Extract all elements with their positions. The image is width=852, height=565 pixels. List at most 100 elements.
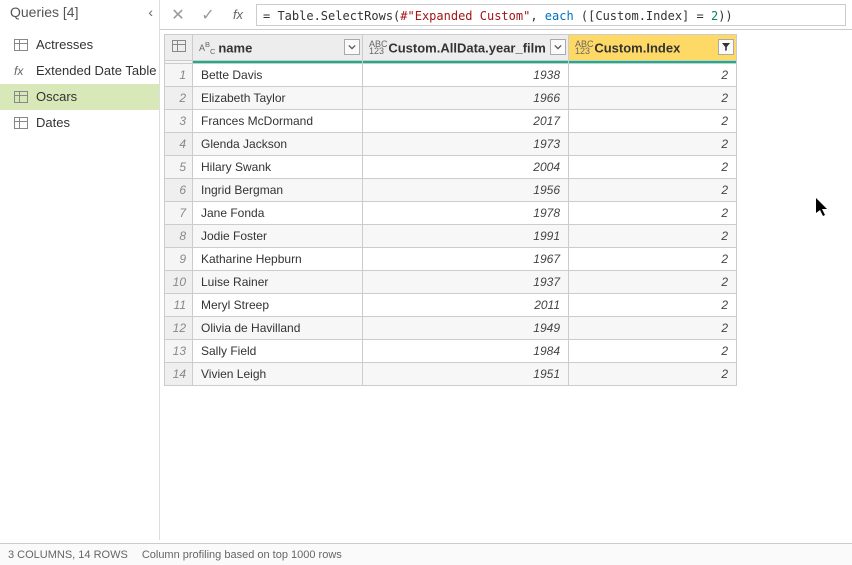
type-any-icon: ABC123	[369, 41, 385, 55]
queries-header-label: Queries [4]	[10, 4, 78, 20]
status-cols-rows: 3 COLUMNS, 14 ROWS	[8, 549, 128, 561]
cell-index[interactable]: 2	[569, 202, 737, 225]
cell-name[interactable]: Elizabeth Taylor	[193, 87, 363, 110]
cell-name[interactable]: Frances McDormand	[193, 110, 363, 133]
status-profiling: Column profiling based on top 1000 rows	[142, 549, 342, 561]
chevron-down-icon[interactable]	[550, 39, 566, 55]
cell-year[interactable]: 1973	[363, 133, 569, 156]
row-number[interactable]: 8	[165, 225, 193, 248]
query-label: Dates	[36, 110, 70, 136]
column-header-name[interactable]: ABC name	[193, 35, 363, 61]
collapse-icon[interactable]: ‹	[148, 0, 153, 24]
table-row[interactable]: 6Ingrid Bergman19562	[165, 179, 737, 202]
cell-year[interactable]: 1966	[363, 87, 569, 110]
cell-year[interactable]: 1984	[363, 340, 569, 363]
row-number[interactable]: 6	[165, 179, 193, 202]
cell-year[interactable]: 1949	[363, 317, 569, 340]
cancel-icon[interactable]: ✕	[166, 3, 190, 27]
table-row[interactable]: 12Olivia de Havilland19492	[165, 317, 737, 340]
cell-index[interactable]: 2	[569, 225, 737, 248]
row-number[interactable]: 5	[165, 156, 193, 179]
table-row[interactable]: 10Luise Rainer19372	[165, 271, 737, 294]
cell-year[interactable]: 1978	[363, 202, 569, 225]
cell-year[interactable]: 1967	[363, 248, 569, 271]
fx-icon[interactable]: fx	[226, 3, 250, 27]
cell-name[interactable]: Olivia de Havilland	[193, 317, 363, 340]
cell-name[interactable]: Meryl Streep	[193, 294, 363, 317]
column-name: Custom.Index	[594, 40, 680, 55]
cell-index[interactable]: 2	[569, 340, 737, 363]
cell-index[interactable]: 2	[569, 156, 737, 179]
table-row[interactable]: 1Bette Davis19382	[165, 64, 737, 87]
table-container: ABC nameABC123 Custom.AllData.year_filmA…	[160, 30, 852, 540]
cell-name[interactable]: Glenda Jackson	[193, 133, 363, 156]
table-row[interactable]: 2Elizabeth Taylor19662	[165, 87, 737, 110]
table-icon	[172, 40, 186, 52]
cell-year[interactable]: 1937	[363, 271, 569, 294]
cell-index[interactable]: 2	[569, 317, 737, 340]
row-number[interactable]: 10	[165, 271, 193, 294]
fx-icon: fx	[14, 58, 28, 84]
cell-index[interactable]: 2	[569, 294, 737, 317]
column-header-custom-alldata-year-film[interactable]: ABC123 Custom.AllData.year_film	[363, 35, 569, 61]
table-row[interactable]: 3Frances McDormand20172	[165, 110, 737, 133]
row-number[interactable]: 2	[165, 87, 193, 110]
row-number[interactable]: 13	[165, 340, 193, 363]
table-row[interactable]: 7Jane Fonda19782	[165, 202, 737, 225]
row-number[interactable]: 1	[165, 64, 193, 87]
query-label: Actresses	[36, 32, 93, 58]
column-name: Custom.AllData.year_film	[388, 40, 546, 55]
row-number[interactable]: 14	[165, 363, 193, 386]
cell-index[interactable]: 2	[569, 133, 737, 156]
cell-name[interactable]: Jodie Foster	[193, 225, 363, 248]
row-number[interactable]: 12	[165, 317, 193, 340]
table-row[interactable]: 11Meryl Streep20112	[165, 294, 737, 317]
query-item-extended-date-table[interactable]: fx Extended Date Table	[0, 58, 159, 84]
table-row[interactable]: 13Sally Field19842	[165, 340, 737, 363]
row-number[interactable]: 4	[165, 133, 193, 156]
query-item-oscars[interactable]: Oscars	[0, 84, 159, 110]
chevron-down-icon[interactable]	[344, 39, 360, 55]
table-row[interactable]: 14Vivien Leigh19512	[165, 363, 737, 386]
cell-index[interactable]: 2	[569, 110, 737, 133]
formula-input[interactable]: = Table.SelectRows(#"Expanded Custom", e…	[256, 4, 846, 26]
cell-index[interactable]: 2	[569, 179, 737, 202]
cell-name[interactable]: Hilary Swank	[193, 156, 363, 179]
table-row[interactable]: 9Katharine Hepburn19672	[165, 248, 737, 271]
row-number[interactable]: 7	[165, 202, 193, 225]
row-number[interactable]: 3	[165, 110, 193, 133]
cell-name[interactable]: Katharine Hepburn	[193, 248, 363, 271]
query-item-dates[interactable]: Dates	[0, 110, 159, 136]
cell-index[interactable]: 2	[569, 363, 737, 386]
cell-name[interactable]: Sally Field	[193, 340, 363, 363]
table-corner[interactable]	[165, 35, 193, 61]
cell-year[interactable]: 2011	[363, 294, 569, 317]
query-item-actresses[interactable]: Actresses	[0, 32, 159, 58]
row-number[interactable]: 9	[165, 248, 193, 271]
filter-active-icon[interactable]	[718, 39, 734, 55]
cell-year[interactable]: 1938	[363, 64, 569, 87]
column-header-custom-index[interactable]: ABC123 Custom.Index	[569, 35, 737, 61]
cell-name[interactable]: Bette Davis	[193, 64, 363, 87]
cell-year[interactable]: 1951	[363, 363, 569, 386]
table-row[interactable]: 8Jodie Foster19912	[165, 225, 737, 248]
cell-index[interactable]: 2	[569, 271, 737, 294]
row-number[interactable]: 11	[165, 294, 193, 317]
cell-name[interactable]: Luise Rainer	[193, 271, 363, 294]
cell-year[interactable]: 2017	[363, 110, 569, 133]
cell-year[interactable]: 1956	[363, 179, 569, 202]
table-row[interactable]: 4Glenda Jackson19732	[165, 133, 737, 156]
cell-index[interactable]: 2	[569, 64, 737, 87]
cell-name[interactable]: Jane Fonda	[193, 202, 363, 225]
confirm-icon[interactable]: ✓	[196, 3, 220, 27]
table-icon	[14, 39, 28, 51]
cell-name[interactable]: Vivien Leigh	[193, 363, 363, 386]
queries-header: Queries [4] ‹	[0, 0, 159, 24]
cell-index[interactable]: 2	[569, 87, 737, 110]
cell-year[interactable]: 1991	[363, 225, 569, 248]
cell-name[interactable]: Ingrid Bergman	[193, 179, 363, 202]
query-label: Extended Date Table	[36, 58, 156, 84]
table-row[interactable]: 5Hilary Swank20042	[165, 156, 737, 179]
cell-year[interactable]: 2004	[363, 156, 569, 179]
cell-index[interactable]: 2	[569, 248, 737, 271]
